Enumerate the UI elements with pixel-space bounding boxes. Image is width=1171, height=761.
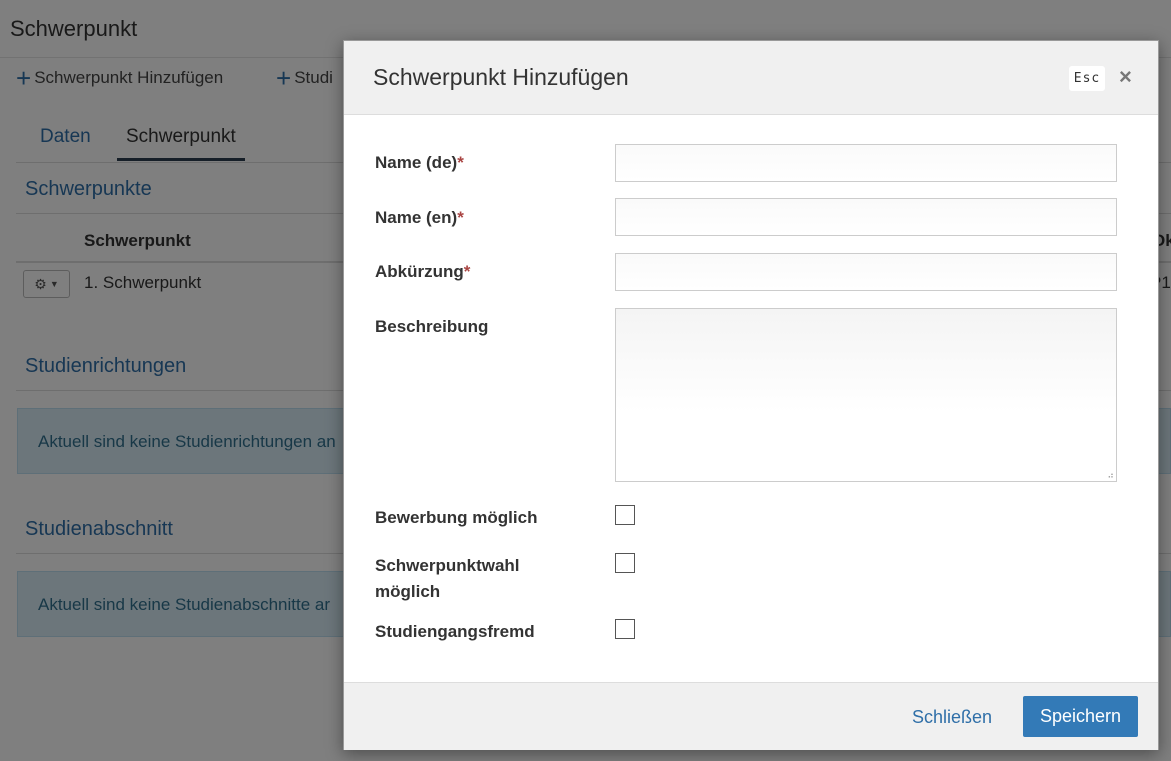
beschreibung-textarea[interactable]: ⠴: [615, 308, 1117, 482]
name-en-input[interactable]: [615, 198, 1117, 236]
schwerpunktwahl-label-line2: möglich: [375, 582, 441, 601]
name-en-label-text: Name (en): [375, 208, 458, 227]
close-button[interactable]: Schließen: [912, 707, 992, 728]
add-schwerpunkt-modal: Schwerpunkt Hinzufügen Esc × Name (de)* …: [343, 40, 1159, 750]
modal-header: Schwerpunkt Hinzufügen Esc ×: [344, 41, 1158, 115]
name-de-input[interactable]: [615, 144, 1117, 182]
bewerbung-label: Bewerbung möglich: [375, 508, 538, 527]
abkuerzung-input[interactable]: [615, 253, 1117, 291]
resize-handle-icon[interactable]: ⠴: [1107, 471, 1114, 480]
required-mark: *: [457, 153, 464, 172]
save-button[interactable]: Speichern: [1023, 696, 1138, 737]
name-en-label: Name (en)*: [375, 205, 464, 231]
modal-title: Schwerpunkt Hinzufügen: [373, 64, 629, 90]
fremd-label: Studiengangsfremd: [375, 622, 535, 641]
modal-footer: Schließen Speichern: [344, 682, 1158, 750]
beschreibung-label: Beschreibung: [375, 317, 489, 336]
required-mark: *: [463, 262, 471, 281]
name-de-label-text: Name (de): [375, 153, 458, 172]
fremd-checkbox[interactable]: [615, 619, 635, 639]
esc-hint-badge: Esc: [1069, 66, 1105, 91]
required-mark: *: [457, 208, 464, 227]
schwerpunktwahl-label: Schwerpunktwahl möglich: [375, 553, 520, 605]
abkuerzung-label: Abkürzung*: [375, 259, 470, 285]
bewerbung-checkbox[interactable]: [615, 505, 635, 525]
schwerpunktwahl-checkbox[interactable]: [615, 553, 635, 573]
schwerpunktwahl-label-line1: Schwerpunktwahl: [375, 556, 520, 575]
name-de-label: Name (de)*: [375, 150, 464, 176]
close-icon[interactable]: ×: [1119, 63, 1132, 91]
abkuerzung-label-text: Abkürzung: [375, 262, 464, 281]
